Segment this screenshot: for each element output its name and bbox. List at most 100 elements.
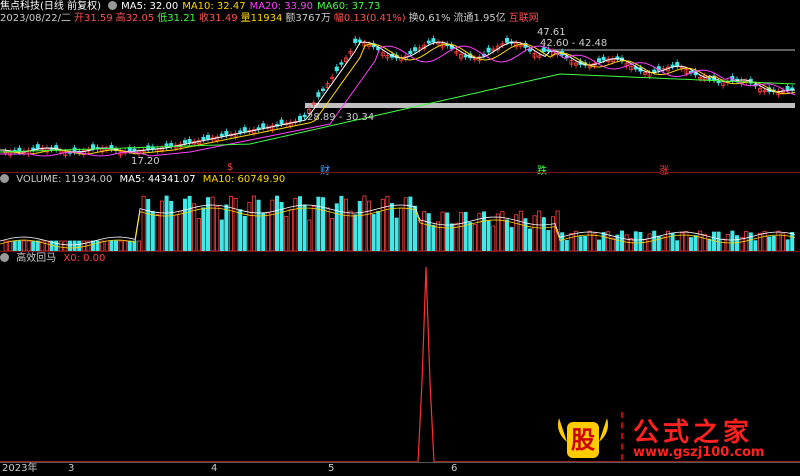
- volume-bar: [767, 236, 772, 251]
- volume-bar: [762, 230, 767, 251]
- candle: [716, 80, 721, 84]
- candle: [201, 136, 206, 141]
- candle: [35, 144, 40, 149]
- candle: [31, 147, 36, 150]
- volume-bar: [141, 195, 146, 251]
- volume-bar: [35, 240, 40, 251]
- volume-bar: [261, 212, 266, 251]
- volume-bar: [288, 209, 293, 251]
- range-mid-label: 28.89 - 30.34: [307, 112, 375, 123]
- volume-bar: [435, 221, 440, 251]
- event-tag-finance[interactable]: 财: [320, 162, 330, 177]
- volume-bar: [63, 240, 68, 251]
- candle: [426, 40, 431, 44]
- volume-bar: [45, 240, 50, 251]
- volume-menu-icon[interactable]: [0, 174, 9, 183]
- volume-bar: [265, 212, 270, 251]
- volume-bar: [629, 238, 634, 251]
- candle: [297, 115, 302, 121]
- volume-bar: [601, 232, 606, 251]
- volume-bar: [155, 214, 160, 251]
- volume-bar: [215, 206, 220, 251]
- candle: [132, 148, 137, 152]
- candle: [431, 38, 436, 43]
- candle: [412, 47, 417, 52]
- event-tag-drop[interactable]: 跌: [537, 162, 547, 177]
- volume-bar: [316, 196, 321, 251]
- volume-bar: [247, 201, 252, 251]
- volume-bar: [31, 240, 36, 251]
- volume-bar: [753, 240, 758, 251]
- volume-bar: [357, 200, 362, 251]
- candle: [302, 114, 307, 118]
- volume-bar: [504, 219, 509, 251]
- axis-label-year: 2023年: [2, 463, 38, 474]
- volume-ma5: MA5: 44341.07: [119, 174, 196, 185]
- volume-bar: [675, 240, 680, 251]
- volume-bar: [491, 225, 496, 251]
- volume-bar: [159, 200, 164, 251]
- volume-bar: [790, 231, 795, 251]
- volume-bar: [472, 224, 477, 251]
- volume-bar: [564, 240, 569, 251]
- volume-bar: [173, 214, 178, 251]
- volume-bar: [394, 217, 399, 251]
- volume-bar: [228, 196, 233, 251]
- candle: [353, 38, 358, 43]
- candle: [238, 130, 243, 133]
- volume-bar: [238, 209, 243, 251]
- volume-bar: [417, 219, 422, 251]
- candle: [463, 55, 468, 58]
- volume-bar: [389, 203, 394, 251]
- candle: [675, 62, 680, 67]
- volume-bar: [592, 233, 597, 251]
- volume-bar: [445, 212, 450, 251]
- volume-bar: [578, 236, 583, 251]
- volume-bar: [21, 240, 26, 251]
- low-price-label: 17.20: [131, 156, 160, 167]
- candle: [261, 123, 266, 129]
- candle: [219, 133, 224, 137]
- ma10-line: [0, 43, 796, 155]
- volume-bar: [468, 222, 473, 251]
- volume-bar: [518, 210, 523, 251]
- volume-bar: [748, 232, 753, 251]
- event-tag-rise[interactable]: 涨: [659, 162, 669, 177]
- axis-label-mar: 3: [68, 463, 75, 474]
- volume-bar: [689, 237, 694, 251]
- volume-bar: [353, 214, 358, 251]
- watermark: 股 公式之家 www.gszj100.com: [553, 412, 798, 462]
- volume-bar: [72, 240, 77, 251]
- candle: [320, 88, 325, 91]
- volume-ma10: MA10: 60749.90: [202, 174, 286, 185]
- candle: [224, 131, 229, 136]
- volume-bar: [371, 214, 376, 251]
- volume-bar: [348, 210, 353, 251]
- volume-bar: [693, 235, 698, 251]
- volume-bar: [440, 211, 445, 251]
- volume-bar: [58, 240, 63, 251]
- candle: [169, 143, 174, 147]
- candle: [652, 69, 657, 73]
- volume-bar: [330, 217, 335, 251]
- volume-chart: [0, 195, 796, 251]
- candle: [334, 66, 339, 72]
- indicator-menu-icon[interactable]: [0, 253, 9, 262]
- volume-bar: [136, 240, 141, 251]
- volume-bar: [679, 232, 684, 251]
- watermark-logo: 股: [553, 412, 613, 462]
- volume-bar: [776, 230, 781, 251]
- volume-bar: [541, 217, 546, 251]
- volume-bar: [528, 228, 533, 251]
- time-axis: 2023年 3 4 5 6: [0, 463, 800, 476]
- volume-bar: [399, 207, 404, 251]
- volume-bar: [560, 232, 565, 251]
- candle: [339, 62, 344, 65]
- volume-bar: [219, 219, 224, 251]
- volume-bar: [385, 195, 390, 251]
- volume-bar: [583, 235, 588, 251]
- volume-bar: [633, 231, 638, 251]
- price-chart: [0, 35, 796, 159]
- volume-bar: [643, 239, 648, 251]
- volume-bar: [408, 196, 413, 251]
